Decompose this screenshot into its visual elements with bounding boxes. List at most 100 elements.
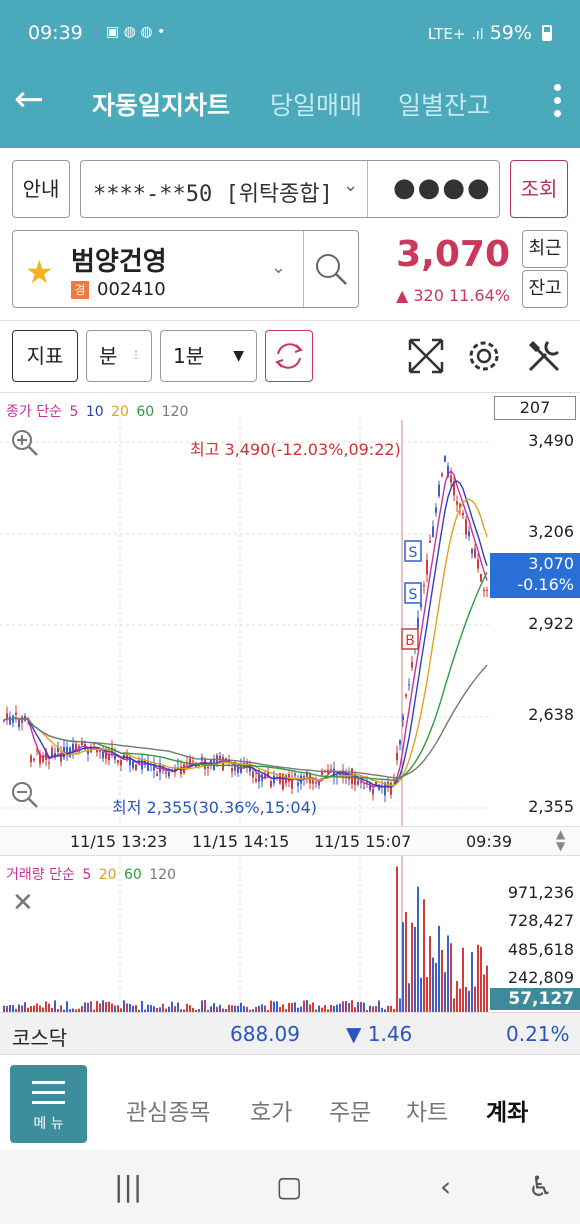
high-annotation: 최고 3,490(-12.03%,09:22) bbox=[190, 440, 401, 459]
stock-selector[interactable]: ★ 범양건영 경 002410 ⌄ bbox=[12, 230, 359, 308]
star-icon[interactable]: ★ bbox=[25, 253, 54, 291]
account-selector[interactable]: ****-**50 [위탁종합] ⌄ ●●●● bbox=[80, 160, 500, 218]
back-arrow-icon[interactable]: ← bbox=[14, 80, 44, 120]
candle-body bbox=[48, 762, 50, 764]
query-button[interactable]: 조회 bbox=[510, 160, 568, 218]
zoom-in-icon[interactable] bbox=[10, 428, 40, 458]
tab-daily-trades[interactable]: 당일매매 bbox=[270, 86, 362, 122]
volume-bar bbox=[360, 1001, 362, 1012]
expand-icon[interactable] bbox=[406, 336, 446, 376]
volume-bar bbox=[309, 1004, 311, 1012]
candle-body bbox=[462, 512, 464, 516]
more-menu-icon[interactable] bbox=[554, 84, 562, 123]
y-tick: 2,638 bbox=[528, 705, 574, 724]
candle-body bbox=[438, 484, 440, 497]
volume-bar bbox=[186, 1003, 188, 1012]
network-indicator: LTE+ bbox=[427, 25, 466, 43]
volume-bar bbox=[324, 1005, 326, 1012]
legend-ma120: 120 bbox=[161, 404, 189, 420]
candle-body bbox=[372, 788, 374, 795]
candle-body bbox=[465, 519, 467, 535]
volume-bar bbox=[87, 1002, 89, 1012]
tools-icon[interactable] bbox=[524, 336, 564, 376]
tab-auto-journal-chart[interactable]: 자동일지차트 bbox=[92, 86, 230, 122]
indicator-button[interactable]: 지표 bbox=[12, 330, 78, 382]
dots-icon: ⋮ bbox=[131, 350, 141, 361]
volume-bar bbox=[60, 1005, 62, 1012]
search-icon[interactable] bbox=[313, 251, 349, 287]
nav-account[interactable]: 계좌 bbox=[486, 1093, 528, 1127]
price-chart[interactable]: S S B bbox=[0, 420, 580, 1020]
recent-button[interactable]: 최근 bbox=[522, 230, 568, 268]
candle-body bbox=[81, 742, 83, 745]
signal-icon: .ıl bbox=[471, 27, 484, 43]
interval-value: 1분 bbox=[173, 344, 205, 368]
divider bbox=[367, 161, 368, 217]
candle-body bbox=[474, 548, 476, 558]
volume-bar bbox=[462, 947, 464, 1012]
volume-bar bbox=[231, 1005, 233, 1012]
account-number: ****-**50 [위탁종합] bbox=[93, 182, 333, 207]
divider bbox=[0, 320, 580, 321]
nav-watchlist[interactable]: 관심종목 bbox=[126, 1093, 211, 1127]
zoom-out-icon[interactable] bbox=[10, 780, 40, 810]
interval-select[interactable]: 1분 ▼ bbox=[160, 330, 257, 382]
volume-bar bbox=[363, 1002, 365, 1012]
volume-bar bbox=[456, 981, 458, 1012]
menu-button[interactable]: 메 뉴 bbox=[10, 1065, 87, 1143]
count-box[interactable]: 207 bbox=[494, 396, 576, 420]
close-icon[interactable]: ✕ bbox=[12, 888, 34, 918]
volume-bar bbox=[105, 1002, 107, 1012]
candle-body bbox=[30, 755, 32, 763]
price-legend: 종가 단순 5 10 20 60 120 bbox=[6, 401, 191, 421]
candle-body bbox=[480, 574, 482, 582]
volume-bar bbox=[66, 1001, 68, 1012]
volume-bar bbox=[48, 1003, 50, 1012]
volume-bar bbox=[288, 1003, 290, 1012]
scroll-arrows-icon[interactable]: ▲ ▼ bbox=[556, 828, 565, 852]
chevron-down-icon[interactable]: ⌄ bbox=[271, 257, 286, 278]
candle-body bbox=[186, 763, 188, 765]
index-row[interactable]: 코스닥 688.09 ▼ 1.46 0.21% bbox=[0, 1012, 580, 1054]
tab-daily-balance[interactable]: 일별잔고 bbox=[398, 86, 490, 122]
candle-body bbox=[156, 773, 158, 776]
volume-bar bbox=[90, 1001, 92, 1012]
candle-body bbox=[135, 764, 137, 770]
volume-bar bbox=[117, 1005, 119, 1012]
vol-tick: 728,427 bbox=[507, 911, 574, 930]
volume-bar bbox=[450, 943, 452, 1012]
candle-body bbox=[51, 747, 53, 757]
volume-bar bbox=[336, 1004, 338, 1012]
accessibility-icon[interactable]: ♿ bbox=[528, 1170, 553, 1203]
nav-order[interactable]: 주문 bbox=[329, 1093, 371, 1127]
back-icon[interactable]: ‹ bbox=[440, 1170, 451, 1203]
candle-body bbox=[165, 772, 167, 774]
current-volume-flag: 57,127 bbox=[490, 988, 580, 1010]
battery-icon bbox=[542, 25, 552, 41]
volume-bar bbox=[426, 977, 428, 1012]
volume-bar bbox=[204, 1000, 206, 1012]
period-button[interactable]: 분 ⋮ bbox=[86, 330, 152, 382]
bottom-nav: 메 뉴 관심종목 호가 주문 차트 계좌 bbox=[0, 1054, 580, 1150]
home-icon[interactable]: ▢ bbox=[276, 1170, 302, 1203]
nav-quote[interactable]: 호가 bbox=[250, 1093, 292, 1127]
volume-bar bbox=[147, 1004, 149, 1012]
volume-bar bbox=[414, 926, 416, 1012]
nav-chart[interactable]: 차트 bbox=[406, 1093, 448, 1127]
volume-bar bbox=[219, 1004, 221, 1012]
password-field[interactable]: ●●●● bbox=[393, 173, 492, 203]
recent-apps-icon[interactable]: ||| bbox=[114, 1170, 142, 1203]
candle-body bbox=[468, 531, 470, 537]
balance-button[interactable]: 잔고 bbox=[522, 270, 568, 308]
menu-label: 메 뉴 bbox=[33, 1116, 64, 1132]
gear-icon[interactable] bbox=[464, 336, 504, 376]
volume-bar bbox=[270, 1000, 272, 1012]
volume-bar bbox=[84, 1002, 86, 1012]
volume-bar bbox=[342, 1001, 344, 1012]
candle-body bbox=[117, 760, 119, 763]
candle-body bbox=[294, 773, 296, 776]
refresh-button[interactable] bbox=[265, 330, 313, 382]
volume-bar bbox=[312, 1002, 314, 1012]
guide-button[interactable]: 안내 bbox=[12, 160, 70, 218]
x-tick: 11/15 13:23 bbox=[70, 832, 168, 851]
